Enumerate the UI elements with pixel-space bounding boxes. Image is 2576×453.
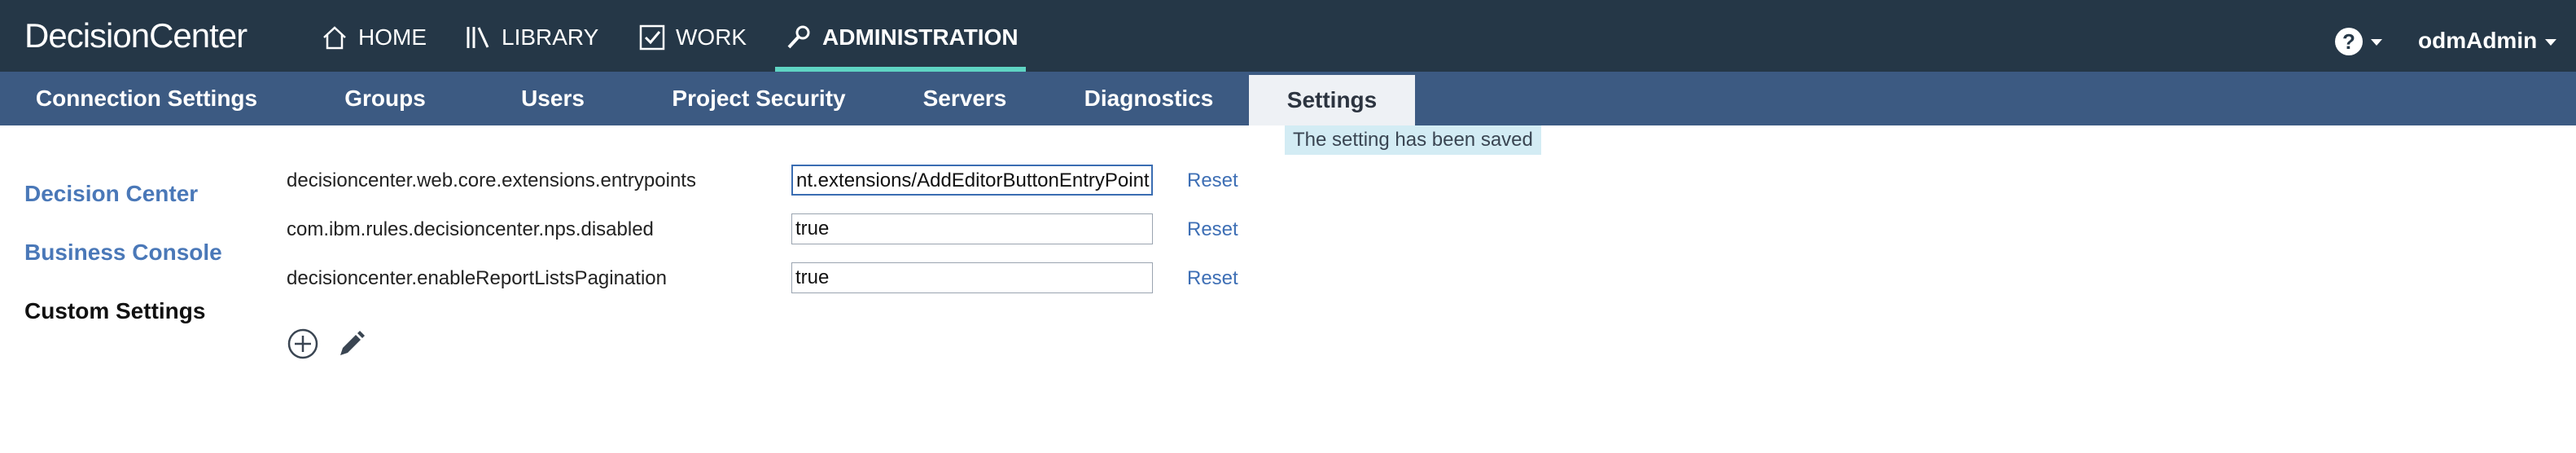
user-chevron-down-icon[interactable] [2545,39,2556,46]
tab-users[interactable]: Users [498,72,607,125]
user-menu[interactable]: odmAdmin [2418,28,2537,54]
nav-home-label: HOME [358,24,427,50]
setting-value-input[interactable]: nt.extensions/AddEditorButtonEntryPoint [791,165,1153,196]
nav-library[interactable]: LIBRARY [464,21,598,54]
nav-work[interactable]: WORK [638,21,747,54]
help-chevron-down-icon[interactable] [2371,39,2382,46]
nav-home[interactable]: HOME [321,21,427,54]
wrench-icon [787,25,810,49]
setting-value-input[interactable]: true [791,213,1153,244]
pencil-icon[interactable] [335,329,368,360]
tab-diagnostics[interactable]: Diagnostics [1071,72,1226,125]
nav-administration[interactable]: ADMINISTRATION [785,21,1019,54]
tab-groups[interactable]: Groups [321,72,449,125]
plus-circle-icon[interactable] [287,328,319,360]
home-icon [323,26,346,50]
setting-value-input[interactable]: true [791,262,1153,293]
setting-key: com.ibm.rules.decisioncenter.nps.disable… [287,218,654,240]
sidebar-item-business-console[interactable]: Business Console [24,240,222,266]
reset-link[interactable]: Reset [1187,267,1238,290]
tab-servers[interactable]: Servers [905,72,1024,125]
reset-link[interactable]: Reset [1187,218,1238,241]
sidebar-item-custom-settings[interactable]: Custom Settings [24,298,205,324]
tab-settings[interactable]: Settings [1249,75,1415,125]
check-icon [639,24,665,51]
setting-key: decisioncenter.web.core.extensions.entry… [287,169,696,191]
nav-administration-label: ADMINISTRATION [822,24,1019,50]
sidebar-item-decision-center[interactable]: Decision Center [24,181,198,207]
tab-project-security[interactable]: Project Security [656,72,861,125]
status-message: The setting has been saved [1285,125,1541,155]
nav-library-label: LIBRARY [502,24,599,50]
help-icon[interactable]: ? [2335,28,2363,55]
reset-link[interactable]: Reset [1187,169,1238,192]
app-brand: DecisionCenter [24,16,248,55]
nav-work-label: WORK [676,24,747,50]
tab-connection-settings[interactable]: Connection Settings [24,72,269,125]
setting-key: decisioncenter.enableReportListsPaginati… [287,267,667,289]
library-icon [467,27,489,48]
